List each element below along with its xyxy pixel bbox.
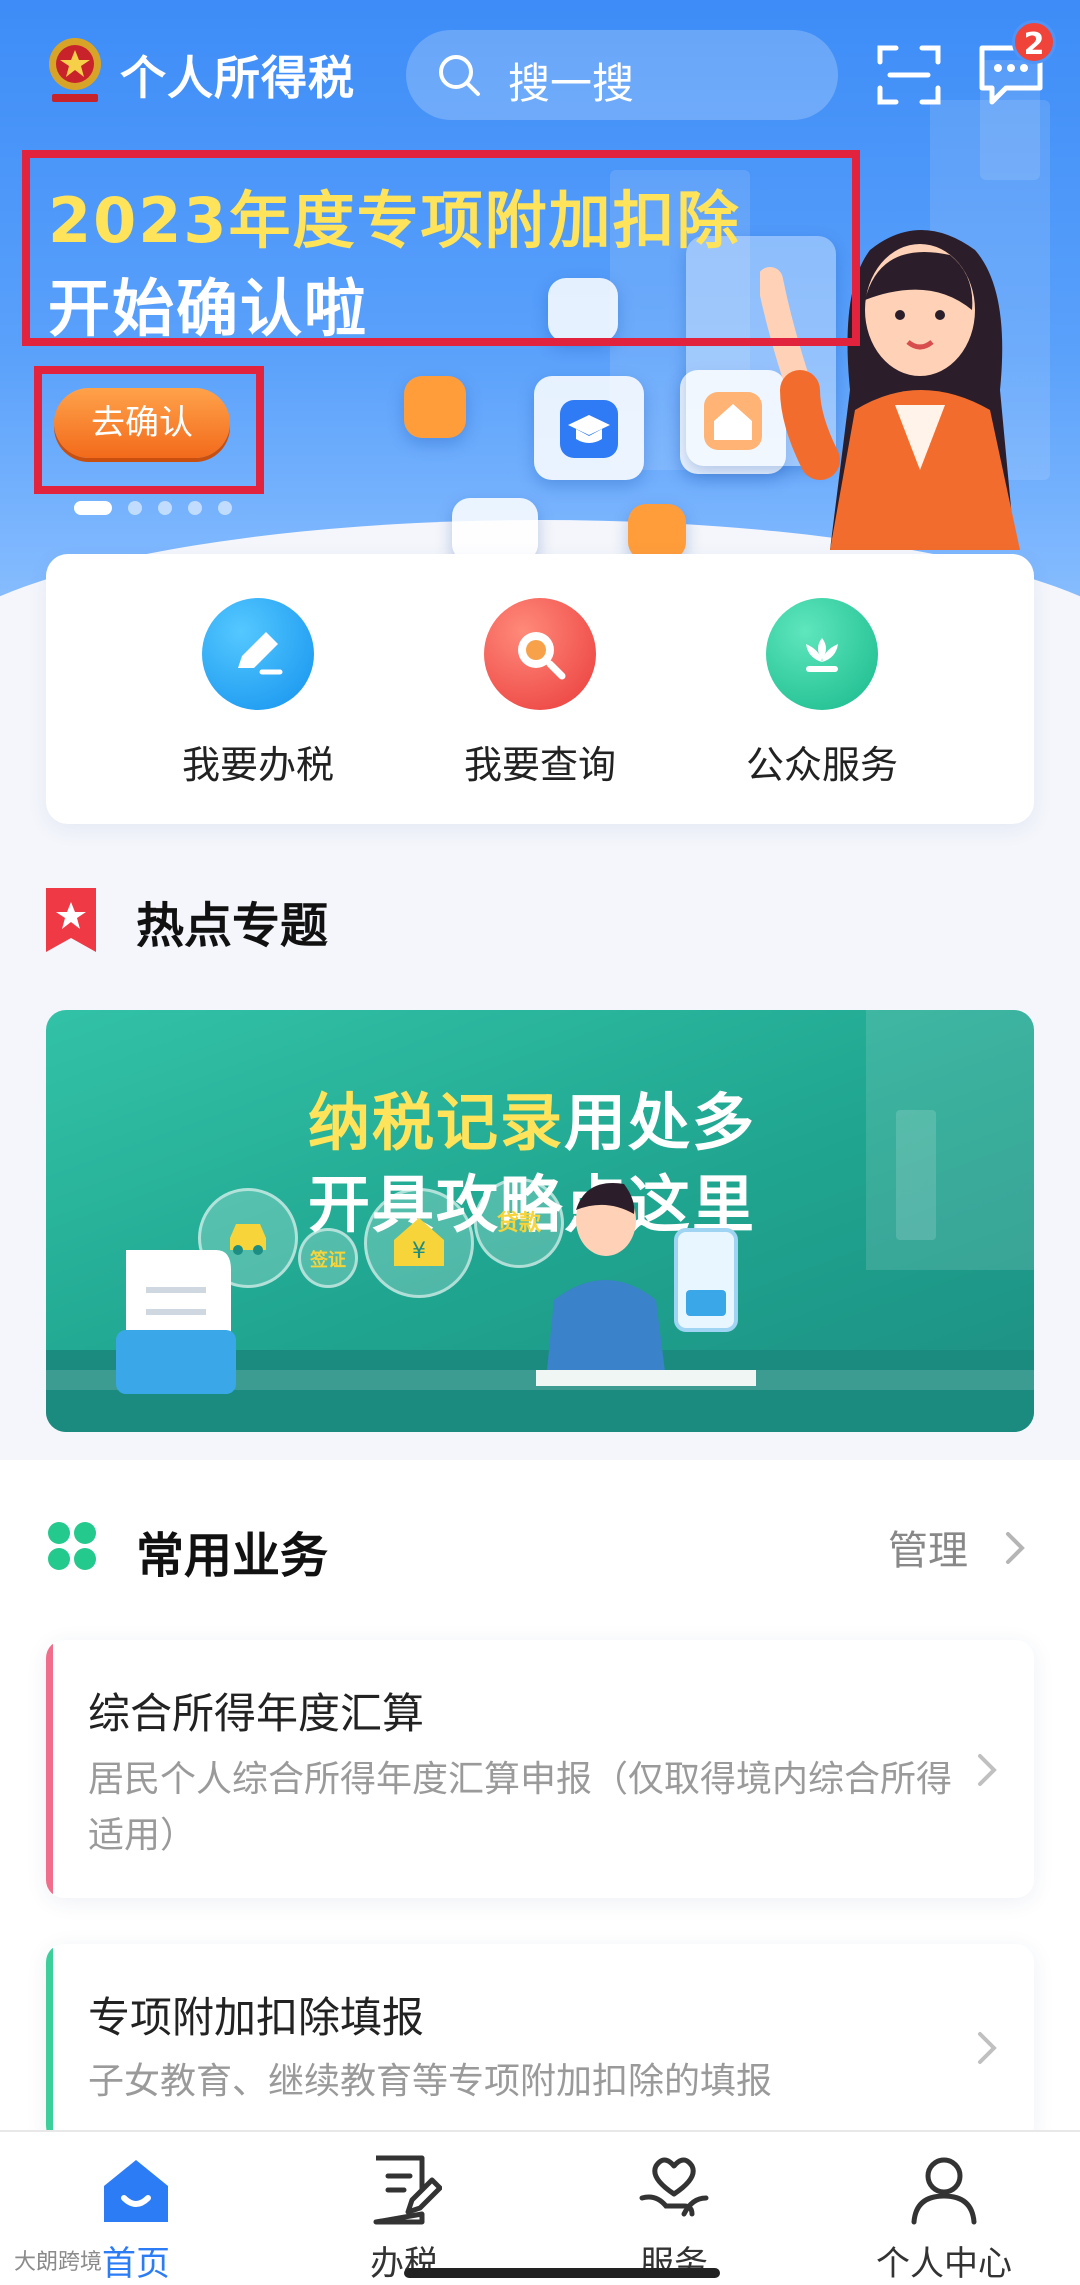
search-icon — [439, 55, 480, 96]
visa-bubble: 签证 — [298, 1228, 358, 1288]
person-tile — [628, 504, 686, 560]
home-indicator[interactable] — [404, 2268, 720, 2278]
home-icon — [104, 2160, 168, 2222]
banner-title-highlight: 专项附加扣除 — [356, 184, 741, 257]
tax-emblem-icon — [49, 38, 101, 102]
car-icon — [230, 1224, 266, 1255]
banner-title-year: 2023年度 — [48, 184, 357, 257]
carousel-dot[interactable] — [128, 501, 142, 515]
quick-action-label: 我要查询 — [463, 743, 616, 787]
common-business-title: 常用业务 — [136, 1528, 329, 1584]
grid-icon — [48, 1522, 96, 1570]
hot-topic-banner[interactable]: 纳税记录用处多 开具攻略点这里 签证 ¥ 贷款 — [46, 1010, 1034, 1432]
service-card-title: 专项附加扣除填报 — [88, 1993, 425, 2042]
carousel-dot[interactable] — [158, 501, 172, 515]
quick-action-tax[interactable]: 我要办税 — [128, 598, 388, 789]
quick-action-label: 公众服务 — [745, 743, 898, 787]
hot-topics-header: 热点专题 — [46, 880, 646, 954]
confirm-button[interactable]: 去确认 — [54, 388, 230, 458]
manage-link[interactable]: 管理 — [888, 1518, 968, 1576]
service-card-title: 综合所得年度汇算 — [88, 1689, 425, 1738]
yuan-house-icon: ¥ — [394, 1218, 444, 1266]
card-accent-bar — [46, 1944, 53, 2144]
search-bar[interactable]: 搜一搜 — [406, 30, 838, 120]
bottom-tab-bar: 首页 办税 服务 个人中心 — [0, 2130, 1080, 2285]
chevron-right-icon — [978, 1754, 997, 1786]
heart-hand-icon — [639, 2157, 709, 2217]
quick-action-query[interactable]: 我要查询 — [410, 598, 670, 789]
man-illustration — [536, 1183, 756, 1386]
search-placeholder: 搜一搜 — [508, 59, 635, 108]
bubble-loan-label: 贷款 — [496, 1211, 541, 1236]
top-bar: 个人所得税 搜一搜 2 — [0, 0, 1080, 150]
carousel-dot[interactable] — [188, 501, 202, 515]
tab-tax[interactable]: 办税 — [304, 2154, 504, 2285]
tab-service[interactable]: 服务 — [574, 2154, 774, 2285]
graduation-cap-icon — [560, 400, 618, 458]
card-accent-bar — [46, 1640, 53, 1898]
small-tile — [404, 376, 466, 438]
chevron-right-icon — [978, 2032, 997, 2064]
flower-icon — [806, 638, 838, 672]
hot-banner-highlight: 纳税记录 — [308, 1086, 565, 1159]
hot-banner-line1-rest: 用处多 — [564, 1086, 757, 1159]
service-card-desc: 子女教育、继续教育等专项附加扣除的填报 — [88, 2061, 773, 2102]
edit-icon — [238, 632, 283, 675]
hot-banner-line1: 纳税记录用处多 — [308, 1072, 756, 1162]
service-card-desc: 居民个人综合所得年度汇算申报（仅取得境内综合所得适用） — [88, 1759, 953, 1856]
banner-title-line1: 2023年度专项附加扣除 — [48, 170, 741, 260]
quick-action-label: 我要办税 — [181, 743, 334, 787]
bubble-visa-label: 签证 — [310, 1250, 346, 1271]
common-business-header: 常用业务 — [46, 1510, 646, 1584]
person-icon — [911, 2157, 977, 2225]
scan-icon[interactable] — [876, 42, 942, 108]
tab-personal-center[interactable]: 个人中心 — [844, 2154, 1044, 2285]
hero-banner[interactable]: 个人所得税 搜一搜 2 2023年度专项附加扣除 开始确认啦 去确认 — [0, 0, 1080, 640]
quick-action-public-service[interactable]: 公众服务 — [692, 598, 952, 789]
hot-topics-title: 热点专题 — [136, 898, 329, 954]
svg-text:¥: ¥ — [412, 1239, 426, 1264]
banner-title-line2: 开始确认啦 — [48, 272, 369, 345]
document-edit-icon — [373, 2155, 443, 2225]
service-card-annual-settlement[interactable]: 综合所得年度汇算 居民个人综合所得年度汇算申报（仅取得境内综合所得适用） — [46, 1640, 1034, 1898]
quick-actions-card: 我要办税 我要查询 公众服务 — [46, 554, 1034, 824]
carousel-dot[interactable] — [74, 501, 112, 515]
watermark: 大朗跨境 — [14, 2250, 103, 2275]
book-tile — [452, 498, 538, 562]
tab-label: 个人中心 — [876, 2244, 1012, 2284]
message-badge: 2 — [1012, 20, 1056, 64]
carousel-dot[interactable] — [218, 501, 232, 515]
search-icon — [518, 632, 566, 680]
bookmark-star-icon — [46, 888, 96, 952]
service-card-special-deduction[interactable]: 专项附加扣除填报 子女教育、继续教育等专项附加扣除的填报 — [46, 1944, 1034, 2144]
app-title: 个人所得税 — [120, 51, 355, 105]
carousel-dots[interactable] — [74, 500, 248, 515]
chevron-right-icon[interactable] — [1000, 1528, 1030, 1568]
